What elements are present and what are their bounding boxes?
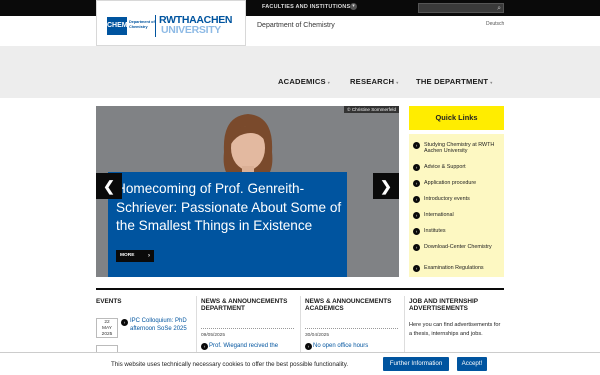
quick-link-item[interactable]: › International xyxy=(413,212,503,219)
column-divider xyxy=(196,296,197,356)
logo-divider xyxy=(155,15,156,37)
cookie-banner: This website uses technically necessary … xyxy=(0,352,600,375)
chevron-down-icon: ▾ xyxy=(327,79,331,85)
chevron-down-icon[interactable]: ▾ xyxy=(350,3,357,10)
quick-link-label: Advice & Support xyxy=(424,164,466,170)
chevron-right-icon: › xyxy=(201,343,208,350)
nav-the-department[interactable]: THE DEPARTMENT ▾ xyxy=(416,77,493,86)
column-divider xyxy=(404,296,405,356)
news-link[interactable]: Prof. Wiegand recived the xyxy=(209,342,299,350)
chevron-right-icon: › xyxy=(413,228,420,235)
news-date: 30/04/2025 xyxy=(305,333,330,338)
chevron-right-icon: › xyxy=(413,142,420,149)
event-link[interactable]: IPC Colloquium: PhD afternoon SoSe 2025 xyxy=(130,317,192,334)
quick-link-item[interactable]: › Application procedure xyxy=(413,180,503,187)
news-separator xyxy=(305,328,398,329)
faculties-menu-label[interactable]: FACULTIES AND INSTITUTIONS xyxy=(262,4,350,10)
event-date-badge: 22 MAY 2025 xyxy=(96,318,118,338)
quick-link-item[interactable]: › Download-Center Chemistry xyxy=(413,244,503,251)
chevron-right-icon: › xyxy=(121,319,128,326)
chevron-down-icon: ▾ xyxy=(396,79,399,85)
news-academics-heading: NEWS & ANNOUNCEMENTS ACADEMICS xyxy=(305,298,392,312)
quick-link-label: Studying Chemistry at RWTH Aachen Univer… xyxy=(424,142,495,155)
language-switch[interactable]: Deutsch xyxy=(486,21,504,27)
quick-link-label: Introductory events xyxy=(424,196,470,202)
search-input[interactable]: ⌕ xyxy=(418,3,504,13)
quick-link-label: International xyxy=(424,212,454,218)
hero-caption-box[interactable]: Homecoming of Prof. Genreith-Schriever: … xyxy=(108,172,347,277)
chevron-right-icon: › xyxy=(413,164,420,171)
slider-prev-button[interactable]: ❮ xyxy=(96,173,122,199)
chevron-right-icon: › xyxy=(413,196,420,203)
news-link[interactable]: No open office hours xyxy=(313,342,403,350)
news-department-heading: NEWS & ANNOUNCEMENTS DEPARTMENT xyxy=(201,298,288,312)
chevron-right-icon: › xyxy=(413,265,420,272)
logo[interactable]: CHEM Department of Chemistry RWTHAACHEN … xyxy=(96,0,246,46)
quick-links-title: Quick Links xyxy=(409,106,504,130)
chem-logo-mark: CHEM xyxy=(107,17,128,35)
jobs-description: Here you can find advertisements for a t… xyxy=(409,322,501,337)
further-information-button[interactable]: Further Information xyxy=(383,357,449,371)
chevron-right-icon: › xyxy=(148,253,150,259)
quick-link-item[interactable]: › Examination Regulations xyxy=(413,265,503,272)
nav-research[interactable]: RESEARCH ▾ xyxy=(350,77,398,86)
more-label: MORE xyxy=(120,253,135,258)
nav-academics-label: ACADEMICS xyxy=(278,77,326,86)
hero-headline[interactable]: Homecoming of Prof. Genreith-Schriever: … xyxy=(116,180,346,236)
jobs-heading: JOB AND INTERNSHIP ADVERTISEMENTS xyxy=(409,298,478,312)
chevron-right-icon: › xyxy=(413,244,420,251)
logo-dept-line1: Department of xyxy=(129,20,155,24)
events-heading: EVENTS xyxy=(96,298,122,305)
quick-links-list: › Studying Chemistry at RWTH Aachen Unive… xyxy=(409,134,504,277)
chevron-right-icon: › xyxy=(413,212,420,219)
event-year: 2025 xyxy=(101,332,113,337)
university-wordmark: UNIVERSITY xyxy=(161,24,222,36)
quick-link-label: Application procedure xyxy=(424,180,477,186)
news-separator xyxy=(201,328,294,329)
quick-link-item[interactable]: › Introductory events xyxy=(413,196,503,203)
nav-department-label: THE DEPARTMENT xyxy=(416,77,489,86)
quick-link-label: Institutes xyxy=(424,228,446,234)
main-nav: ACADEMICS ▾ RESEARCH ▾ THE DEPARTMENT ▾ xyxy=(0,46,600,98)
more-button[interactable]: MORE › xyxy=(116,250,154,262)
nav-academics[interactable]: ACADEMICS ▾ xyxy=(278,77,330,86)
quick-link-item[interactable]: › Advice & Support xyxy=(413,164,503,171)
chevron-right-icon: › xyxy=(413,180,420,187)
department-title[interactable]: Department of Chemistry xyxy=(257,22,335,29)
section-divider xyxy=(96,288,504,290)
chevron-right-icon: › xyxy=(305,343,312,350)
accept-cookies-button[interactable]: Accept! xyxy=(457,357,487,371)
chevron-left-icon: ❮ xyxy=(103,178,115,194)
cookie-message: This website uses technically necessary … xyxy=(111,361,349,368)
news-date: 09/05/2025 xyxy=(201,333,226,338)
quick-link-label: Examination Regulations xyxy=(424,265,484,271)
column-divider xyxy=(300,296,301,356)
nav-research-label: RESEARCH xyxy=(350,77,395,86)
hero-slider: © Christine Sommerfeld Homecoming of Pro… xyxy=(96,106,399,277)
chevron-down-icon: ▾ xyxy=(490,79,493,85)
quick-link-label: Download-Center Chemistry xyxy=(424,244,492,250)
slider-next-button[interactable]: ❯ xyxy=(373,173,399,199)
quick-link-item[interactable]: › Institutes xyxy=(413,228,503,235)
photo-credit: © Christine Sommerfeld xyxy=(344,106,399,113)
top-bar: FACULTIES AND INSTITUTIONS ▾ ⌕ xyxy=(0,0,600,16)
search-icon[interactable]: ⌕ xyxy=(497,4,501,13)
chevron-right-icon: ❯ xyxy=(380,178,392,194)
logo-department-text: Department of Chemistry xyxy=(129,20,155,29)
quick-link-item[interactable]: › Studying Chemistry at RWTH Aachen Unive… xyxy=(413,142,503,154)
logo-dept-line2: Chemistry xyxy=(129,24,148,29)
